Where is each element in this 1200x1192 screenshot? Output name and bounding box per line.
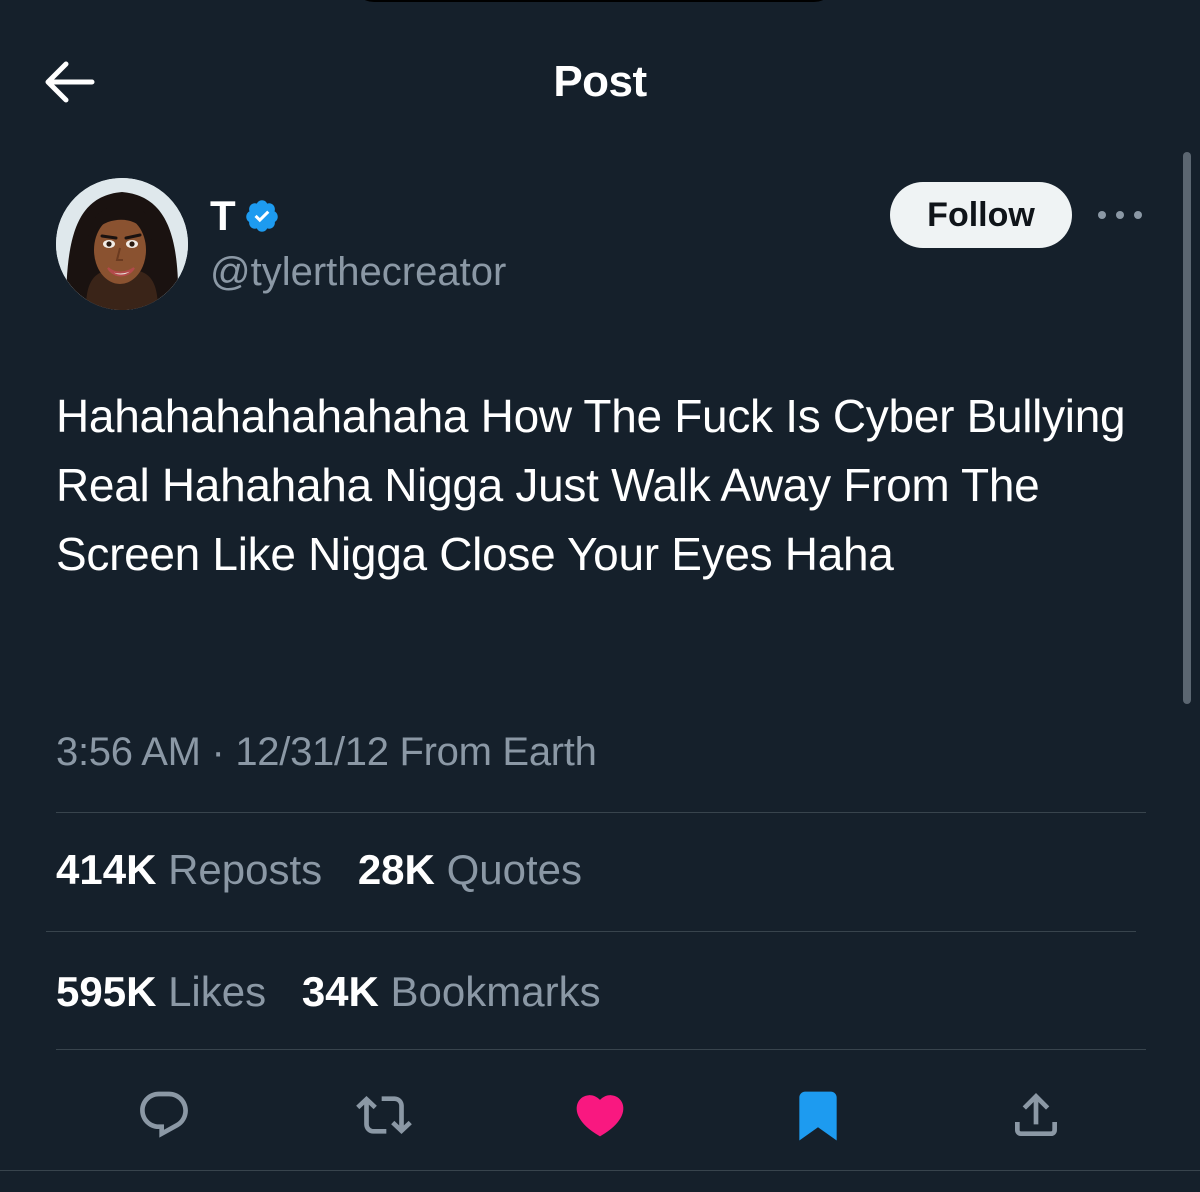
quotes-stat[interactable]: 28K Quotes bbox=[358, 842, 582, 898]
verified-badge-icon bbox=[244, 198, 280, 234]
repost-icon bbox=[356, 1096, 412, 1134]
bookmarks-stat[interactable]: 34K Bookmarks bbox=[302, 964, 601, 1020]
display-name: T bbox=[210, 192, 236, 239]
divider bbox=[0, 1170, 1200, 1171]
author-handle[interactable]: @tylerthecreator bbox=[210, 246, 506, 298]
post-text: Hahahahahahahaha How The Fuck Is Cyber B… bbox=[56, 390, 1126, 580]
follow-button[interactable]: Follow bbox=[890, 182, 1072, 248]
divider bbox=[56, 1049, 1146, 1050]
stats-row-likes-bookmarks: 595K Likes 34K Bookmarks bbox=[56, 964, 625, 1020]
like-button[interactable] bbox=[560, 1078, 640, 1152]
device-notch bbox=[352, 0, 836, 2]
reply-icon bbox=[140, 1091, 188, 1138]
likes-label: Likes bbox=[168, 968, 267, 1015]
post-source: From Earth bbox=[399, 730, 597, 774]
scrollbar[interactable] bbox=[1183, 152, 1191, 704]
reposts-label: Reposts bbox=[168, 846, 323, 893]
share-button[interactable] bbox=[996, 1078, 1076, 1152]
divider bbox=[56, 812, 1146, 813]
page-title: Post bbox=[553, 57, 647, 106]
bookmark-button[interactable] bbox=[778, 1078, 858, 1152]
bookmark-icon bbox=[799, 1091, 837, 1141]
divider bbox=[46, 931, 1136, 932]
bookmarks-count: 34K bbox=[301, 968, 379, 1015]
stats-row-reposts-quotes: 414K Reposts 28K Quotes bbox=[56, 842, 606, 898]
share-icon bbox=[1015, 1093, 1057, 1136]
likes-count: 595K bbox=[56, 968, 157, 1015]
repost-button[interactable] bbox=[344, 1078, 424, 1152]
quotes-label: Quotes bbox=[446, 846, 582, 893]
more-horizontal-icon bbox=[1098, 211, 1106, 219]
post-time[interactable]: 3:56 AM bbox=[56, 730, 201, 774]
meta-separator: · bbox=[211, 730, 225, 774]
reposts-count: 414K bbox=[56, 846, 157, 893]
likes-stat[interactable]: 595K Likes bbox=[56, 964, 266, 1020]
reposts-stat[interactable]: 414K Reposts bbox=[56, 842, 322, 898]
avatar[interactable] bbox=[56, 178, 188, 310]
reply-button[interactable] bbox=[124, 1078, 204, 1152]
post-meta: 3:56 AM · 12/31/12 From Earth bbox=[56, 726, 597, 778]
quotes-count: 28K bbox=[357, 846, 435, 893]
heart-icon bbox=[576, 1095, 624, 1137]
bookmarks-label: Bookmarks bbox=[390, 968, 601, 1015]
author-name-row[interactable]: T bbox=[210, 188, 280, 244]
action-bar bbox=[0, 1078, 1200, 1152]
post-date[interactable]: 12/31/12 bbox=[235, 730, 389, 774]
more-options-button[interactable] bbox=[1098, 200, 1142, 230]
